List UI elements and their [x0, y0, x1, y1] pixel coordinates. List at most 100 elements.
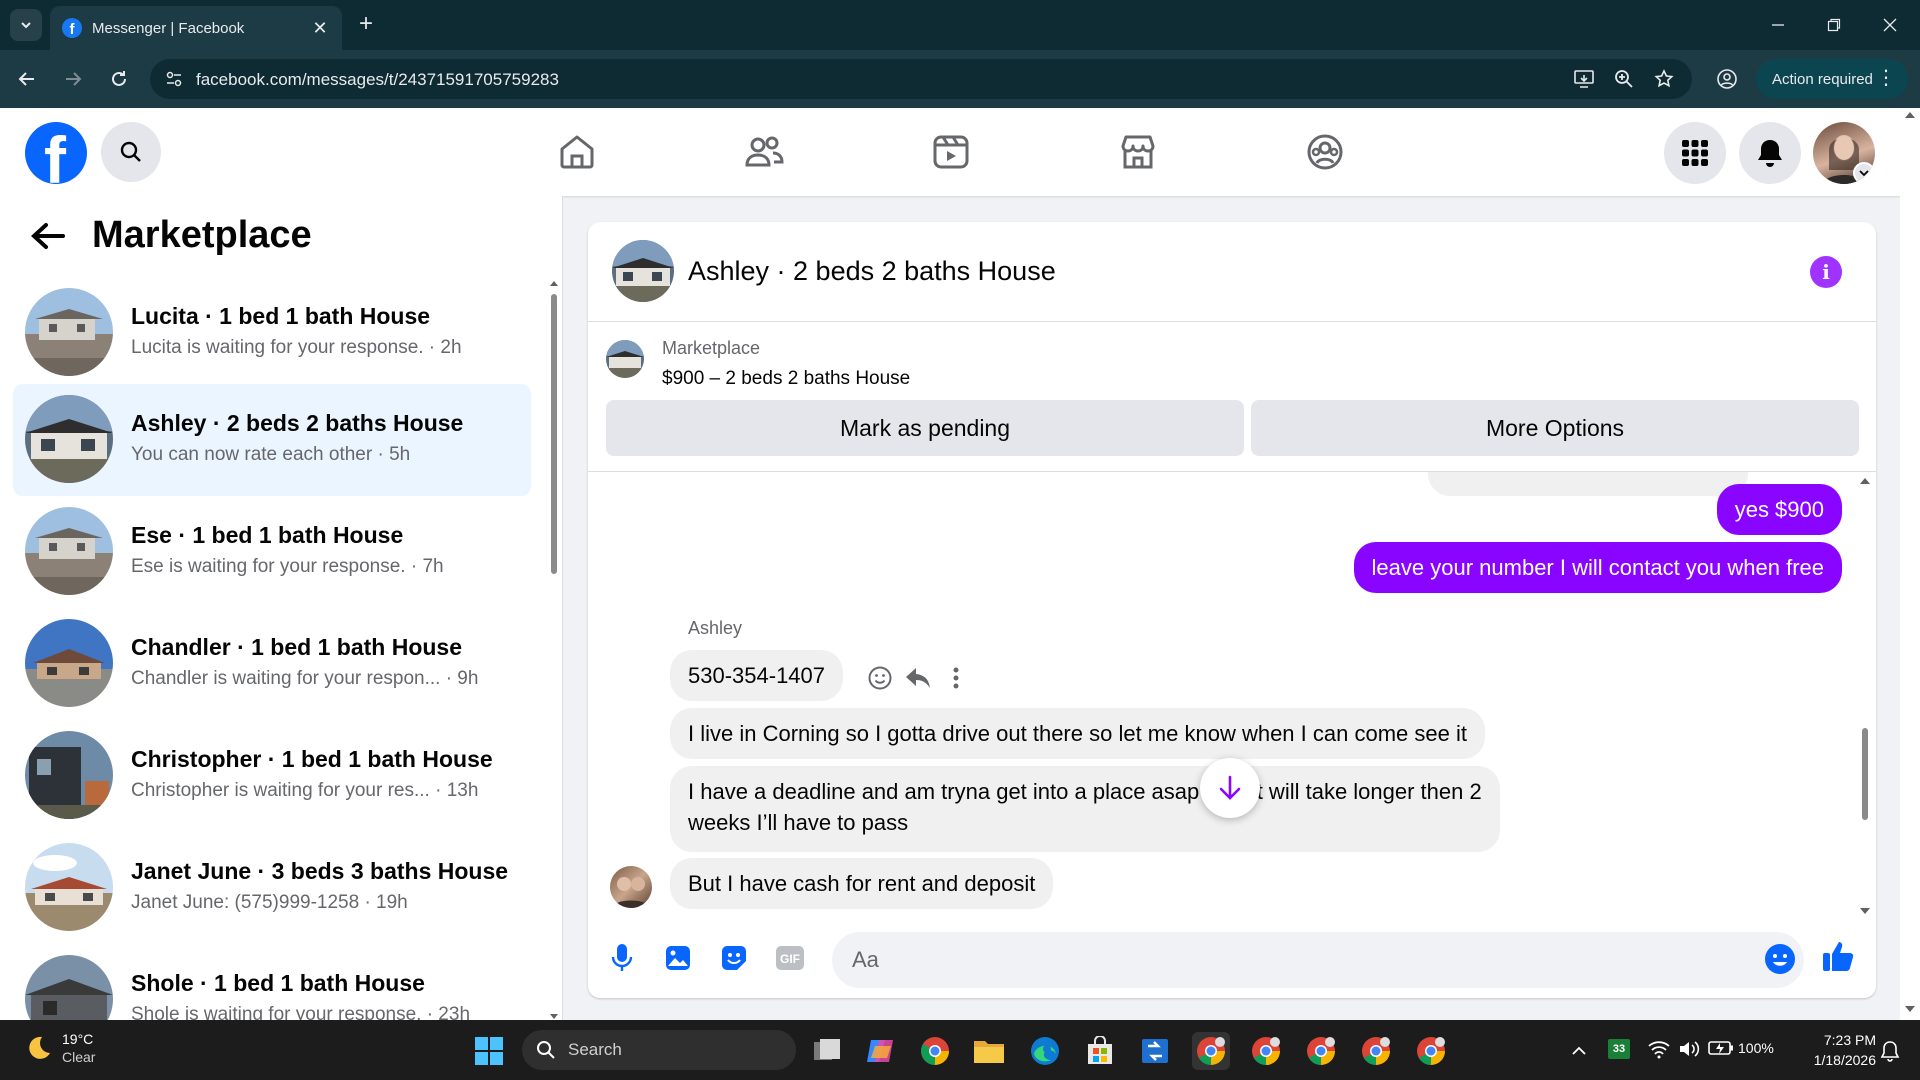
sidebar-scrollbar[interactable] [549, 280, 559, 1020]
store-button[interactable] [1081, 1032, 1119, 1070]
edge-button[interactable] [1026, 1032, 1064, 1070]
gif-button[interactable]: GIF [772, 940, 808, 976]
chrome-taskbar-button[interactable] [916, 1032, 954, 1070]
conversation-name: Shole · 1 bed 1 bath House [131, 970, 425, 996]
nav-groups[interactable] [1303, 130, 1347, 174]
page-scrollbar[interactable] [1900, 108, 1920, 1020]
message-bubble-incoming[interactable]: 530-354-1407 [670, 650, 844, 701]
arrow-left-icon [18, 72, 34, 86]
nav-marketplace[interactable] [1116, 130, 1160, 174]
chrome-window-button[interactable] [1302, 1032, 1340, 1070]
chat-scrollbar[interactable] [1860, 476, 1870, 916]
install-app-icon[interactable] [1572, 67, 1596, 91]
info-icon[interactable]: i [1810, 256, 1842, 288]
image-icon [666, 946, 690, 970]
close-window-button[interactable] [1870, 10, 1910, 40]
conversation-item[interactable]: Chandler · 1 bed 1 bath House Chandler i… [13, 608, 531, 720]
browser-tab[interactable]: f Messenger | Facebook ✕ [50, 6, 342, 50]
message-bubble-incoming[interactable]: But I have cash for rent and deposit [670, 858, 1054, 909]
react-button[interactable] [866, 664, 894, 692]
notification-center-icon[interactable] [1880, 1040, 1900, 1062]
start-button[interactable] [470, 1032, 508, 1070]
message-bubble-outgoing[interactable]: leave your number I will contact you whe… [1353, 542, 1842, 593]
conversation-item[interactable]: Lucita · 1 bed 1 bath House Lucita is wa… [13, 277, 531, 389]
listing-price-title[interactable]: $900 – 2 beds 2 baths House [662, 368, 910, 390]
more-actions-button[interactable] [942, 664, 970, 692]
profile-button[interactable] [1712, 64, 1742, 94]
facebook-logo[interactable]: f [25, 122, 87, 184]
wifi-icon[interactable] [1648, 1039, 1670, 1059]
friends-icon [745, 136, 784, 167]
chrome-icon [1197, 1037, 1225, 1065]
copilot-button[interactable] [862, 1032, 900, 1070]
chat-title[interactable]: Ashley · 2 beds 2 baths House [688, 256, 1056, 287]
conversation-item[interactable]: Ese · 1 bed 1 bath House Ese is waiting … [13, 496, 531, 608]
listing-small-thumbnail[interactable] [606, 340, 644, 378]
volume-icon[interactable] [1678, 1039, 1702, 1059]
chrome-window-button[interactable] [1412, 1032, 1450, 1070]
conversation-item-active[interactable]: Ashley · 2 beds 2 baths House You can no… [13, 384, 531, 496]
zoom-icon[interactable] [1612, 67, 1636, 91]
message-bubble-incoming[interactable]: I live in Corning so I gotta drive out t… [670, 708, 1485, 759]
conversation-item[interactable]: Janet June · 3 beds 3 baths House Janet … [13, 832, 531, 944]
ashley-avatar[interactable] [610, 866, 652, 908]
file-explorer-button[interactable] [970, 1032, 1008, 1070]
message-input[interactable] [832, 932, 1804, 988]
conversation-item[interactable]: Shole · 1 bed 1 bath House Shole is wait… [13, 944, 531, 1020]
show-hidden-icons-button[interactable] [1560, 1032, 1598, 1070]
marketplace-icon [1121, 135, 1155, 169]
minimize-button[interactable] [1758, 10, 1798, 40]
conversation-name: Ashley · 2 beds 2 baths House [131, 410, 464, 436]
sticker-button[interactable] [716, 940, 752, 976]
message-line: I have a deadline and am tryna get into … [688, 779, 1482, 804]
conversation-item[interactable]: Christopher · 1 bed 1 bath House Christo… [13, 720, 531, 832]
weather-widget[interactable]: 19°C Clear [24, 1030, 95, 1066]
app-button[interactable] [1136, 1032, 1174, 1070]
account-avatar[interactable] [1813, 122, 1875, 184]
bookmark-star-icon[interactable] [1652, 67, 1676, 91]
battery-indicator[interactable]: 100% [1708, 1039, 1774, 1057]
attach-photo-button[interactable] [660, 940, 696, 976]
site-settings-icon[interactable] [162, 67, 186, 91]
taskbar-search[interactable]: Search [522, 1030, 796, 1070]
new-tab-button[interactable]: + [352, 10, 380, 38]
listing-thumbnail [25, 288, 113, 376]
close-tab-icon[interactable]: ✕ [310, 18, 330, 39]
restore-button[interactable] [1814, 10, 1854, 40]
scroll-to-bottom-button[interactable] [1200, 758, 1260, 818]
like-button[interactable] [1820, 938, 1856, 974]
forward-button[interactable] [58, 64, 88, 94]
more-options-button[interactable]: More Options [1251, 400, 1859, 456]
task-view-button[interactable] [808, 1032, 846, 1070]
mark-as-pending-button[interactable]: Mark as pending [606, 400, 1244, 456]
notifications-button[interactable] [1739, 122, 1801, 184]
voice-clip-button[interactable] [604, 940, 640, 976]
system-clock[interactable]: 7:23 PM 1/18/2026 [1796, 1030, 1876, 1070]
task-view-icon [814, 1039, 840, 1060]
url-text[interactable]: facebook.com/messages/t/2437159170575928… [196, 70, 559, 90]
arrow-down-icon [1219, 775, 1241, 800]
reply-button[interactable] [904, 664, 932, 692]
search-button[interactable] [101, 122, 161, 182]
chrome-window-button[interactable] [1357, 1032, 1395, 1070]
nav-home[interactable] [555, 130, 599, 174]
weather-temp: 19°C [62, 1031, 94, 1047]
message-bubble-outgoing[interactable]: yes $900 [1716, 484, 1842, 535]
tray-badge[interactable]: 33 [1608, 1039, 1630, 1059]
conversation-preview: You can now rate each other · 5h [131, 444, 411, 465]
chat-listing-avatar[interactable] [612, 240, 674, 302]
chevron-up-icon [1572, 1046, 1586, 1055]
back-arrow-icon[interactable] [30, 221, 66, 251]
message-bubble-incoming-multiline[interactable]: I have a deadline and am tryna get into … [670, 766, 1500, 852]
nav-video[interactable] [929, 130, 973, 174]
emoji-button[interactable] [1762, 941, 1798, 977]
chrome-window-button[interactable] [1247, 1032, 1285, 1070]
chrome-window-button-active[interactable] [1192, 1032, 1230, 1070]
back-button[interactable] [12, 64, 42, 94]
nav-friends[interactable] [742, 130, 786, 174]
reload-button[interactable] [104, 64, 134, 94]
address-bar[interactable]: facebook.com/messages/t/2437159170575928… [150, 59, 1692, 99]
menu-button[interactable] [1664, 122, 1726, 184]
tab-search-button[interactable] [10, 9, 42, 41]
action-required-button[interactable]: Action required ⋮ [1756, 59, 1908, 99]
